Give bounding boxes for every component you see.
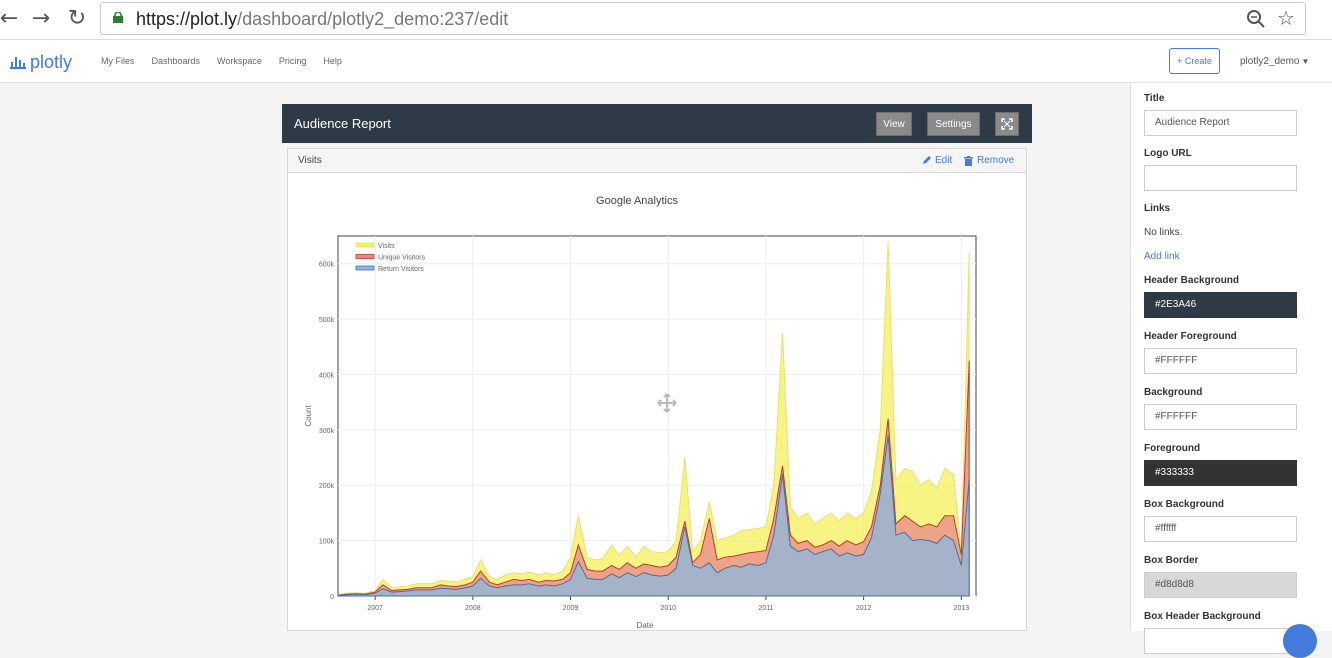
x-tick-label: 2010 [660,605,676,612]
x-tick-label: 2009 [563,605,579,612]
legend-label: Visits [378,243,395,250]
logo-url-label: Logo URL [1144,148,1192,159]
y-axis-label: Count [304,405,313,427]
forward-arrow-icon[interactable]: → [28,6,54,32]
edit-button[interactable]: Edit [922,155,952,166]
chart-title: Google Analytics [596,195,678,207]
nav-link-help[interactable]: Help [323,56,342,66]
box-header-background-input[interactable] [1144,628,1297,654]
logo-url-input[interactable] [1144,165,1297,191]
logo-text: plotly [30,51,73,72]
box-border-input[interactable]: #d8d8d8 [1144,572,1297,598]
background-label: Background [1144,387,1203,398]
header-background-input[interactable]: #2E3A46 [1144,292,1297,318]
bookmark-star-icon[interactable]: ☆ [1275,7,1297,29]
legend-swatch [355,265,375,271]
back-arrow-icon[interactable]: ← [0,6,22,32]
links-label: Links [1144,203,1171,214]
zoom-icon[interactable] [1245,8,1267,30]
foreground-input[interactable]: #333333 [1144,460,1297,486]
x-tick-label: 2012 [856,605,872,612]
help-chat-button[interactable] [1283,624,1317,658]
foreground-label: Foreground [1144,443,1201,454]
nav-link-my-files[interactable]: My Files [101,56,135,66]
edit-label: Edit [935,155,953,166]
legend-label: Return Visitors [378,266,424,273]
chart-box: Visits Edit Remove Google Analytics 0 100k… [287,148,1027,631]
view-button[interactable]: View [876,112,912,136]
dashboard-title: Audience Report [294,116,391,131]
legend-swatch [355,242,375,248]
box-border-label: Box Border [1144,555,1199,566]
expand-icon [1001,118,1013,130]
box-header: Visits Edit Remove [288,149,1026,173]
background-input[interactable]: #FFFFFF [1144,404,1297,430]
create-button[interactable]: + Create [1169,48,1220,74]
settings-sidebar: Title Audience Report Logo URL Links No … [1130,83,1332,654]
plotly-logo-icon [10,57,26,69]
y-tick-label: 400k [319,372,335,379]
y-tick-label: 300k [319,428,335,435]
add-link-button[interactable]: Add link [1144,251,1180,262]
trash-icon [964,155,973,166]
browser-toolbar: ← → ↻ https://plot.ly/dashboard/plotly2_… [0,0,1332,40]
legend-swatch [355,254,375,259]
chart-svg[interactable]: Google Analytics 0 100k 200k 300k 400k 500k 600… [288,174,1026,632]
fullscreen-button[interactable] [995,112,1019,136]
url-text: https://plot.ly/dashboard/plotly2_demo:2… [136,9,509,29]
box-header-background-label: Box Header Background [1144,611,1261,622]
dashboard-header: Audience Report View Settings [282,104,1032,143]
x-axis-label: Date [637,621,654,630]
header-foreground-input[interactable]: #FFFFFF [1144,348,1297,374]
remove-button[interactable]: Remove [964,155,1014,166]
nav-link-dashboards[interactable]: Dashboards [152,56,201,66]
sidebar-scrollbar[interactable] [1307,83,1332,631]
user-menu[interactable]: plotly2_demo ▼ [1240,56,1309,67]
chevron-down-icon: ▼ [1301,57,1310,66]
box-background-label: Box Background [1144,499,1225,510]
header-background-label: Header Background [1144,275,1240,286]
pencil-icon [923,156,931,164]
x-tick-label: 2008 [465,605,481,612]
header-foreground-label: Header Foreground [1144,331,1237,342]
nav-link-workspace[interactable]: Workspace [217,56,262,66]
x-tick-label: 2013 [954,605,970,612]
settings-button[interactable]: Settings [927,112,980,136]
plotly-logo[interactable]: plotly [10,52,72,72]
top-navigation: plotly My Files Dashboards Workspace Pri… [0,40,1332,83]
title-input[interactable]: Audience Report [1144,110,1297,136]
y-tick-label: 200k [319,483,335,490]
y-tick-label: 500k [319,317,335,324]
username: plotly2_demo [1240,56,1300,67]
x-tick-label: 2007 [367,605,383,612]
y-tick-label: 100k [319,539,335,546]
legend-label: Unique Visitors [378,255,425,262]
nav-links: My Files Dashboards Workspace Pricing He… [101,56,342,66]
no-links-text: No links. [1144,227,1183,238]
nav-link-pricing[interactable]: Pricing [279,56,307,66]
address-bar[interactable]: https://plot.ly/dashboard/plotly2_demo:2… [100,2,1306,35]
reload-icon[interactable]: ↻ [64,6,90,32]
x-tick-label: 2011 [758,605,773,612]
box-background-input[interactable]: #ffffff [1144,516,1297,542]
y-tick-label: 0 [330,594,334,601]
lock-icon [113,12,123,23]
box-title: Visits [298,155,322,166]
remove-label: Remove [977,155,1015,166]
title-label: Title [1144,93,1165,104]
chart-area[interactable]: Google Analytics 0 100k 200k 300k 400k 500k 600… [288,174,1026,632]
y-tick-label: 600k [319,262,335,269]
